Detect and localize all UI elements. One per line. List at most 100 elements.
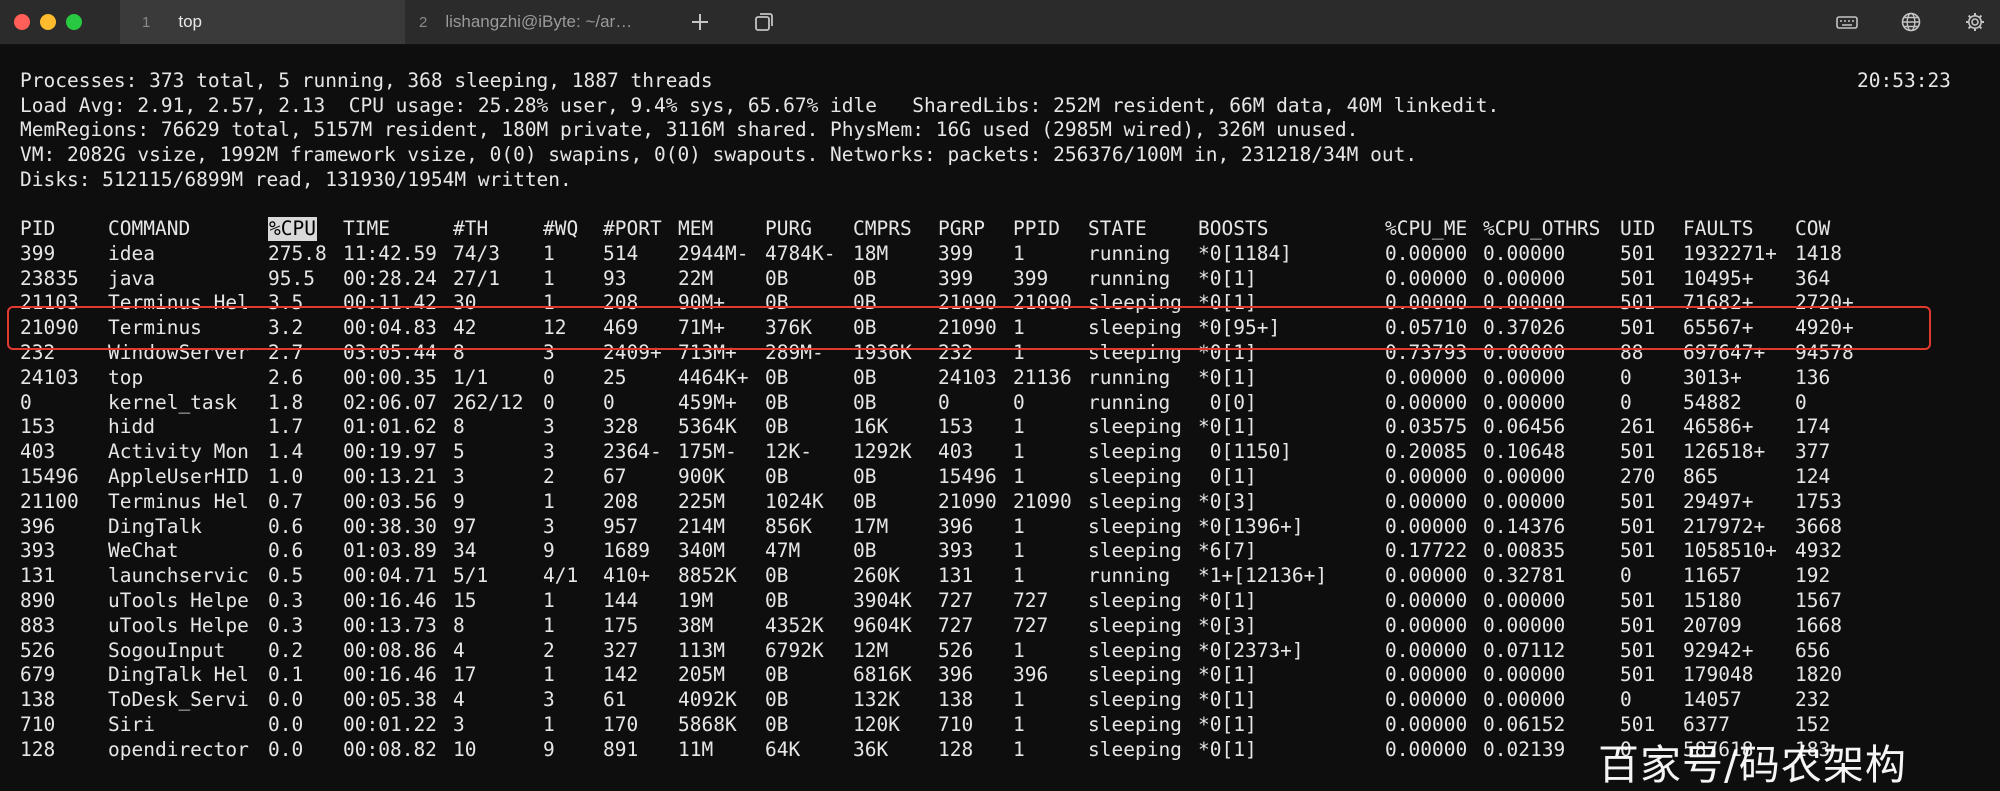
tab-lishangzhi-shell[interactable]: 2 lishangzhi@iByte: ~/ar… [405,0,685,44]
close-window-button[interactable] [14,14,30,30]
cell-time: 00:13.73 [343,613,437,637]
cell-cow: 192 [1795,564,1831,588]
cell-num-th: 97 [453,514,477,538]
cell-pgrp: 15496 [938,465,997,488]
cell-state: sleeping [1088,589,1182,612]
cell-num-th: 3 [453,465,465,488]
tabs-overview-button[interactable] [751,9,777,35]
cell-faults: 1058510+ [1683,539,1777,563]
cell-ppid: 727 [1013,589,1049,612]
cell-boosts: *0[1] [1198,688,1257,712]
column-header-pct-cpu: %CPU [268,217,317,241]
cell-faults: 14057 [1683,688,1742,712]
cell-ppid: 1 [1013,539,1025,563]
tab-top[interactable]: 1 top [120,0,405,44]
cell-time: 00:16.46 [343,663,437,687]
cell-cow: 136 [1795,365,1831,389]
cell-pgrp: 399 [938,241,974,265]
cell-pct-cpu: 0.6 [268,539,304,563]
cell-pid: 153 [20,415,56,439]
cell-pct-cpu-othrs: 0.00000 [1483,663,1566,687]
cell-command: Siri [108,713,155,736]
cell-num-th: 34 [453,539,477,563]
maximize-window-button[interactable] [66,14,82,30]
cell-cmprs: 0B [853,489,877,513]
cell-pct-cpu: 275.8 [268,241,327,265]
cell-faults: 46586+ [1683,415,1754,439]
cell-ppid: 21090 [1013,291,1072,315]
cell-pid: 403 [20,440,56,464]
new-tab-button[interactable] [687,9,713,35]
cell-time: 00:16.46 [343,589,437,612]
cell-num-wq: 1 [543,589,555,612]
column-header-purg: PURG [765,217,812,240]
terminal-output[interactable]: Processes: 373 total, 5 running, 368 sle… [0,45,2000,789]
cell-pct-cpu-me: 0.00000 [1385,638,1468,662]
cell-pct-cpu-othrs: 0.00000 [1483,365,1566,389]
settings-button[interactable] [1962,9,1988,35]
column-header-num-th: #TH [453,217,489,240]
cell-cmprs: 17M [853,514,889,538]
vm-line: VM: 2082G vsize, 1992M framework vsize, … [20,143,1418,166]
cell-num-th: 3 [453,713,465,736]
cell-num-wq: 1 [543,489,555,513]
keyboard-button[interactable] [1834,9,1860,35]
cell-command: opendirector [108,737,249,761]
cell-pct-cpu-othrs: 0.00000 [1483,688,1566,712]
cell-pgrp: 153 [938,415,974,439]
title-bar: 1 top 2 lishangzhi@iByte: ~/ar… [0,0,2000,45]
cell-command: WeChat [108,539,179,563]
cell-boosts: *0[2373+] [1198,638,1304,662]
cell-num-port: 2364- [603,440,662,464]
cell-time: 00:01.22 [343,713,437,736]
cell-uid: 501 [1620,241,1656,265]
cell-time: 00:28.24 [343,266,437,290]
cell-pgrp: 396 [938,663,974,687]
cell-pid: 679 [20,663,56,687]
tabs-overview-icon [755,13,773,31]
cell-purg: 289M- [765,341,824,364]
minimize-window-button[interactable] [40,14,56,30]
cell-pgrp: 24103 [938,365,997,389]
cell-state: running [1088,390,1171,414]
cell-state: sleeping [1088,713,1182,736]
cell-state: sleeping [1088,440,1182,464]
cell-pct-cpu-me: 0.00000 [1385,589,1468,612]
cell-cow: 124 [1795,465,1831,488]
cell-pgrp: 727 [938,613,974,637]
cell-pid: 131 [20,564,56,588]
cell-pct-cpu: 3.5 [268,291,304,315]
globe-button[interactable] [1898,9,1924,35]
cell-ppid: 1 [1013,465,1025,488]
cell-num-wq: 3 [543,440,555,464]
cell-state: sleeping [1088,291,1182,315]
cell-ppid: 1 [1013,688,1025,712]
cell-pct-cpu-me: 0.00000 [1385,489,1468,513]
processes-summary: Processes: 373 total, 5 running, 368 sle… [20,69,713,92]
cell-pid: 883 [20,613,56,637]
cell-ppid: 21136 [1013,365,1072,389]
cell-mem: 340M [678,539,725,563]
disks-line: Disks: 512115/6899M read, 131930/1954M w… [20,168,572,191]
cell-faults: 179048 [1683,663,1754,687]
cell-num-port: 0 [603,390,615,414]
cell-pct-cpu-othrs: 0.32781 [1483,564,1566,588]
cell-pid: 24103 [20,365,79,389]
cell-boosts: 0[1150] [1198,440,1292,464]
cell-purg: 376K [765,316,812,340]
cell-num-port: 208 [603,291,639,315]
cell-cow: 364 [1795,266,1831,290]
cell-time: 00:19.97 [343,440,437,464]
cell-command: Activity Mon [108,440,249,464]
cell-num-th: 15 [453,589,477,612]
cell-mem: 71M+ [678,316,725,340]
cell-pct-cpu: 2.7 [268,341,304,364]
cell-uid: 0 [1620,365,1632,389]
cell-ppid: 1 [1013,341,1025,364]
cell-faults: 29497+ [1683,489,1754,513]
cell-cow: 232 [1795,688,1831,712]
cell-pgrp: 0 [938,390,950,414]
cell-pct-cpu-othrs: 0.37026 [1483,316,1566,340]
cell-pct-cpu-me: 0.00000 [1385,713,1468,736]
cell-num-th: 8 [453,415,465,439]
